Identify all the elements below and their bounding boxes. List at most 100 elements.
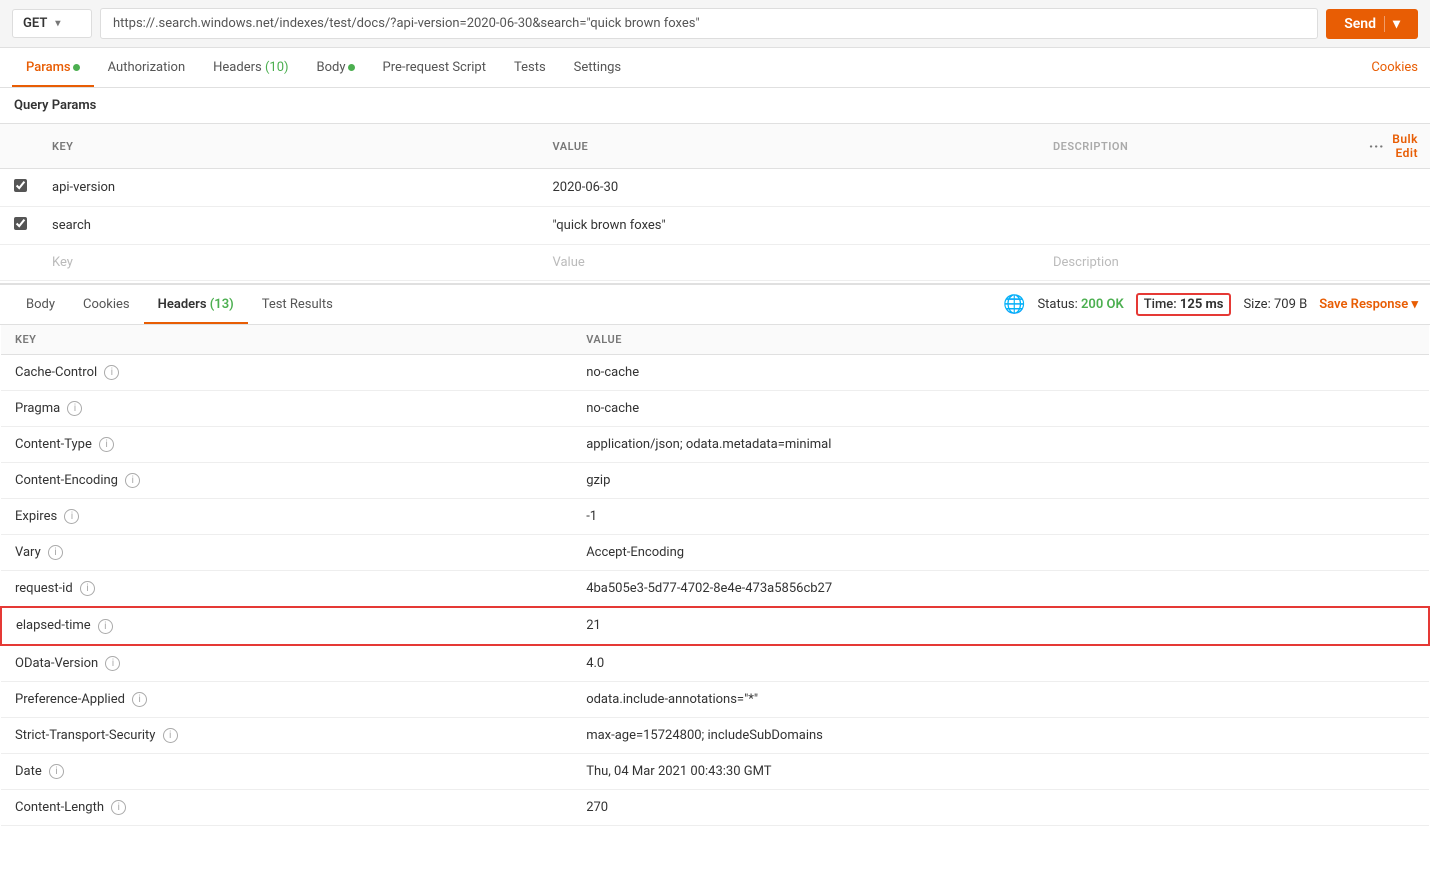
header-value-10: max-age=15724800; includeSubDomains [572, 717, 1429, 753]
header-value-5: Accept-Encoding [572, 535, 1429, 571]
globe-icon: 🌐 [1003, 294, 1025, 315]
params-th-actions: ··· Bulk Edit [1357, 124, 1430, 169]
status-label: Status: 200 OK [1037, 297, 1123, 312]
param-row-1-checkbox[interactable] [14, 179, 27, 192]
tab-tests[interactable]: Tests [500, 48, 560, 87]
resp-tab-body[interactable]: Body [12, 285, 69, 324]
header-value-0: no-cache [572, 355, 1429, 391]
query-params-label: Query Params [0, 88, 1430, 123]
top-bar: GET ▾ Send ▾ [0, 0, 1430, 48]
resp-tab-body-label: Body [26, 297, 55, 312]
tab-headers-label: Headers (10) [213, 60, 288, 75]
header-row: Strict-Transport-Security i max-age=1572… [1, 717, 1429, 753]
params-th-key: KEY [40, 124, 541, 169]
tab-pre-request[interactable]: Pre-request Script [369, 48, 500, 87]
method-select[interactable]: GET ▾ [12, 9, 92, 38]
header-key-6: request-id i [1, 571, 572, 608]
info-icon[interactable]: i [49, 764, 64, 779]
header-value-7: 21 [572, 607, 1429, 644]
header-row: Vary i Accept-Encoding [1, 535, 1429, 571]
header-row: OData-Version i 4.0 [1, 645, 1429, 682]
info-icon[interactable]: i [105, 656, 120, 671]
tab-pre-request-label: Pre-request Script [383, 60, 486, 75]
param-row-2-desc [1041, 207, 1357, 245]
tab-authorization-label: Authorization [108, 60, 186, 75]
tab-params[interactable]: Params [12, 48, 94, 87]
response-section: Body Cookies Headers (13) Test Results 🌐… [0, 283, 1430, 826]
resp-tab-headers[interactable]: Headers (13) [144, 285, 248, 324]
info-icon[interactable]: i [48, 545, 63, 560]
resp-tab-test-results-label: Test Results [262, 297, 333, 312]
info-icon[interactable]: i [99, 437, 114, 452]
headers-th-value: VALUE [572, 325, 1429, 355]
info-icon[interactable]: i [132, 692, 147, 707]
header-value-8: 4.0 [572, 645, 1429, 682]
header-row: Content-Encoding i gzip [1, 463, 1429, 499]
header-key-7: elapsed-time i [1, 607, 572, 644]
param-row-2-value: "quick brown foxes" [541, 207, 1042, 245]
save-response-button[interactable]: Save Response ▾ [1319, 297, 1418, 312]
header-key-4: Expires i [1, 499, 572, 535]
header-key-0: Cache-Control i [1, 355, 572, 391]
bulk-edit-button[interactable]: Bulk Edit [1392, 132, 1418, 160]
params-th-description: DESCRIPTION [1041, 124, 1357, 169]
header-row: Preference-Applied i odata.include-annot… [1, 681, 1429, 717]
resp-tab-test-results[interactable]: Test Results [248, 285, 347, 324]
info-icon[interactable]: i [67, 401, 82, 416]
info-icon[interactable]: i [98, 619, 113, 634]
url-input[interactable] [100, 8, 1318, 39]
header-key-8: OData-Version i [1, 645, 572, 682]
send-label: Send [1344, 16, 1376, 32]
headers-table: KEY VALUE Cache-Control i no-cache Pragm… [0, 325, 1430, 826]
header-row: Expires i -1 [1, 499, 1429, 535]
info-icon[interactable]: i [125, 473, 140, 488]
body-dot [348, 64, 355, 71]
param-row-1-desc [1041, 169, 1357, 207]
info-icon[interactable]: i [104, 365, 119, 380]
response-tabs-row: Body Cookies Headers (13) Test Results 🌐… [0, 285, 1430, 325]
header-row: Content-Length i 270 [1, 789, 1429, 825]
info-icon[interactable]: i [80, 581, 95, 596]
tab-settings-label: Settings [574, 60, 621, 75]
headers-th-key: KEY [1, 325, 572, 355]
info-icon[interactable]: i [64, 509, 79, 524]
tab-headers[interactable]: Headers (10) [199, 48, 302, 87]
response-meta: 🌐 Status: 200 OK Time: 125 ms Size: 709 … [1003, 293, 1418, 316]
header-key-1: Pragma i [1, 391, 572, 427]
header-value-4: -1 [572, 499, 1429, 535]
header-row: Pragma i no-cache [1, 391, 1429, 427]
tab-authorization[interactable]: Authorization [94, 48, 200, 87]
tab-tests-label: Tests [514, 60, 546, 75]
header-key-2: Content-Type i [1, 427, 572, 463]
method-label: GET [23, 16, 47, 31]
param-row-2-checkbox[interactable] [14, 217, 27, 230]
tab-settings[interactable]: Settings [560, 48, 635, 87]
header-key-3: Content-Encoding i [1, 463, 572, 499]
params-placeholder-value: Value [541, 245, 1042, 281]
param-row-1-value: 2020-06-30 [541, 169, 1042, 207]
header-row: Date i Thu, 04 Mar 2021 00:43:30 GMT [1, 753, 1429, 789]
resp-tab-headers-label: Headers (13) [158, 297, 234, 312]
params-table: KEY VALUE DESCRIPTION ··· Bulk Edit api-… [0, 123, 1430, 281]
header-row: Cache-Control i no-cache [1, 355, 1429, 391]
header-row: elapsed-time i 21 [1, 607, 1429, 644]
header-value-12: 270 [572, 789, 1429, 825]
time-value: 125 ms [1180, 297, 1224, 312]
info-icon[interactable]: i [111, 800, 126, 815]
send-button[interactable]: Send ▾ [1326, 9, 1418, 39]
params-placeholder-description: Description [1041, 245, 1357, 281]
send-chevron-icon: ▾ [1384, 16, 1400, 32]
more-options-icon[interactable]: ··· [1369, 137, 1385, 156]
tab-body[interactable]: Body [303, 48, 369, 87]
cookies-link[interactable]: Cookies [1371, 60, 1418, 75]
header-value-1: no-cache [572, 391, 1429, 427]
header-key-12: Content-Length i [1, 789, 572, 825]
header-key-5: Vary i [1, 535, 572, 571]
params-placeholder-row: Key Value Description [0, 245, 1430, 281]
header-value-11: Thu, 04 Mar 2021 00:43:30 GMT [572, 753, 1429, 789]
resp-tab-cookies[interactable]: Cookies [69, 285, 144, 324]
param-row-2-key: search [40, 207, 541, 245]
header-row: request-id i 4ba505e3-5d77-4702-8e4e-473… [1, 571, 1429, 608]
table-row: api-version 2020-06-30 [0, 169, 1430, 207]
info-icon[interactable]: i [163, 728, 178, 743]
